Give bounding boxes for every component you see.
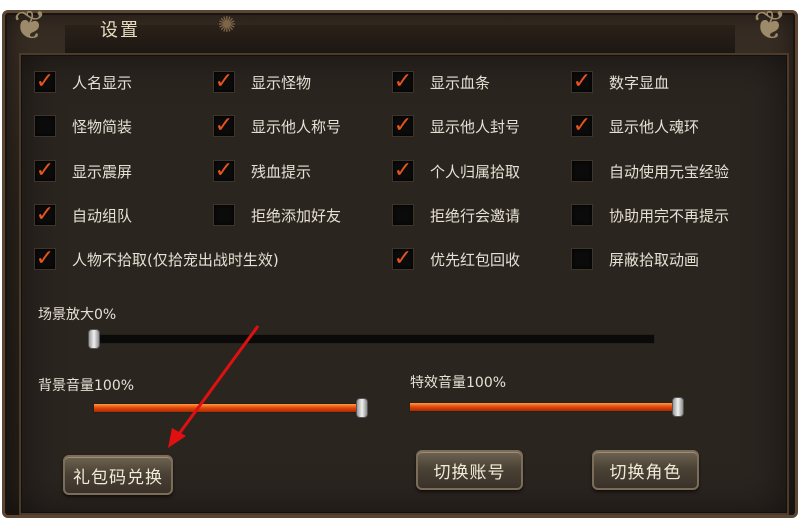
option-label: 数字显血: [609, 73, 670, 92]
option-show-others-rank[interactable]: ✓ 显示他人封号: [392, 112, 520, 140]
sfx-volume-slider[interactable]: [409, 397, 684, 417]
bgm-volume-slider[interactable]: [93, 398, 368, 418]
checkbox[interactable]: ✓: [213, 71, 235, 93]
option-label: 显示他人魂环: [609, 117, 700, 136]
redeem-gift-code-button[interactable]: 礼包码兑换: [63, 455, 173, 495]
option-show-monster[interactable]: ✓ 显示怪物: [213, 68, 311, 96]
option-auto-team[interactable]: ✓ 自动组队: [34, 201, 132, 229]
zoom-slider-handle[interactable]: [88, 329, 100, 349]
checkbox[interactable]: [213, 204, 235, 226]
title-bar: [65, 25, 735, 55]
checkbox[interactable]: ✓: [213, 160, 235, 182]
option-label: 优先红包回收: [430, 250, 521, 269]
option-low-hp-alert[interactable]: ✓ 残血提示: [213, 157, 311, 185]
checkbox[interactable]: ✓: [34, 160, 56, 182]
emblem-icon: ✺: [217, 13, 237, 38]
option-label: 显示血条: [430, 73, 491, 92]
option-numeric-hp[interactable]: ✓ 数字显血: [571, 68, 669, 96]
zoom-slider[interactable]: [88, 329, 655, 349]
option-label: 个人归属拾取: [430, 162, 521, 181]
option-reject-guild[interactable]: 拒绝行会邀请: [392, 201, 520, 229]
option-label: 人物不拾取(仅拾宠出战时生效): [72, 250, 279, 269]
checkbox[interactable]: ✓: [34, 248, 56, 270]
bgm-volume-handle[interactable]: [356, 398, 368, 418]
option-label: 拒绝行会邀请: [430, 206, 521, 225]
option-label: 显示他人称号: [251, 117, 342, 136]
checkbox[interactable]: ✓: [213, 115, 235, 137]
option-screen-shake[interactable]: ✓ 显示震屏: [34, 157, 132, 185]
option-label: 协助用完不再提示: [609, 206, 730, 225]
checkbox[interactable]: ✓: [34, 204, 56, 226]
dragon-ornament-icon: ❦: [13, 3, 47, 49]
option-redpacket-recycle[interactable]: ✓ 优先红包回收: [392, 245, 520, 273]
window-title: 设置: [100, 20, 140, 41]
option-label: 屏蔽拾取动画: [609, 250, 700, 269]
option-assist-no-prompt[interactable]: 协助用完不再提示: [571, 201, 729, 229]
switch-account-button[interactable]: 切换账号: [416, 450, 523, 490]
option-simple-monster[interactable]: 怪物简装: [34, 112, 132, 140]
option-label: 人名显示: [72, 73, 133, 92]
checkbox[interactable]: [571, 248, 593, 270]
dragon-ornament-icon: ❦: [753, 3, 787, 49]
sfx-volume-label: 特效音量100%: [410, 375, 507, 391]
zoom-slider-label: 场景放大0%: [38, 307, 117, 323]
checkbox[interactable]: ✓: [34, 71, 56, 93]
option-label: 显示他人封号: [430, 117, 521, 136]
option-no-pickup[interactable]: ✓ 人物不拾取(仅拾宠出战时生效): [34, 245, 279, 273]
switch-role-button[interactable]: 切换角色: [592, 450, 699, 490]
option-personal-loot[interactable]: ✓ 个人归属拾取: [392, 157, 520, 185]
checkbox[interactable]: [571, 160, 593, 182]
sfx-volume-fill: [410, 403, 678, 411]
bgm-volume-label: 背景音量100%: [38, 378, 135, 394]
checkbox[interactable]: [571, 204, 593, 226]
checkbox[interactable]: [392, 204, 414, 226]
option-label: 显示震屏: [72, 162, 133, 181]
sfx-volume-handle[interactable]: [672, 397, 684, 417]
option-reject-friends[interactable]: 拒绝添加好友: [213, 201, 341, 229]
checkbox[interactable]: ✓: [571, 115, 593, 137]
option-show-name[interactable]: ✓ 人名显示: [34, 68, 132, 96]
option-label: 拒绝添加好友: [251, 206, 342, 225]
checkbox[interactable]: ✓: [571, 71, 593, 93]
option-label: 残血提示: [251, 162, 312, 181]
checkbox[interactable]: ✓: [392, 248, 414, 270]
option-show-hp-bar[interactable]: ✓ 显示血条: [392, 68, 490, 96]
option-label: 显示怪物: [251, 73, 312, 92]
option-hide-pickup-anim[interactable]: 屏蔽拾取动画: [571, 245, 699, 273]
checkbox[interactable]: ✓: [392, 71, 414, 93]
checkbox[interactable]: ✓: [392, 115, 414, 137]
bgm-volume-fill: [94, 404, 362, 412]
option-show-others-ring[interactable]: ✓ 显示他人魂环: [571, 112, 699, 140]
option-label: 自动使用元宝经验: [609, 162, 730, 181]
option-show-others-title[interactable]: ✓ 显示他人称号: [213, 112, 341, 140]
checkbox[interactable]: [34, 115, 56, 137]
checkbox[interactable]: ✓: [392, 160, 414, 182]
option-label: 怪物简装: [72, 117, 133, 136]
option-label: 自动组队: [72, 206, 133, 225]
option-auto-use-exp[interactable]: 自动使用元宝经验: [571, 157, 729, 185]
